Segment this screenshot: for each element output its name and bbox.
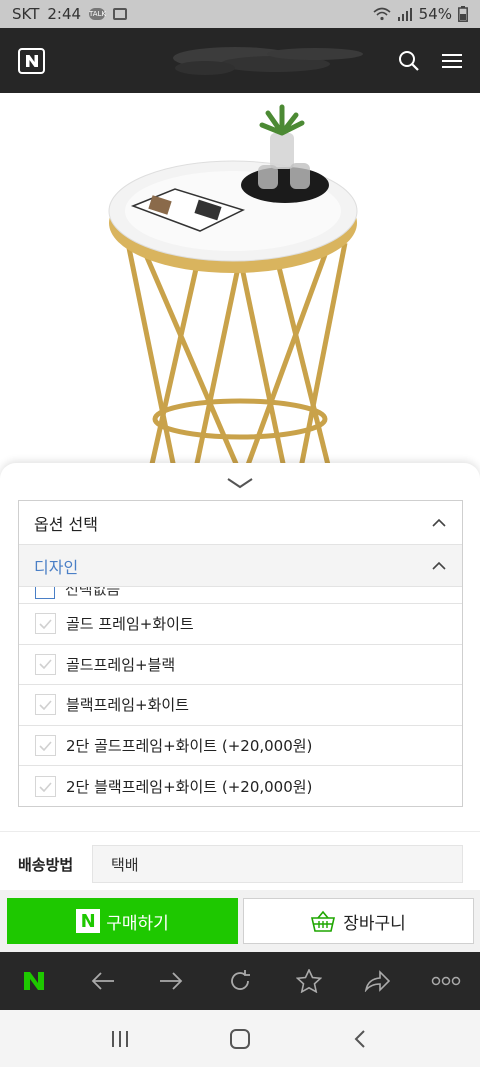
product-image[interactable] bbox=[0, 93, 480, 473]
signal-icon bbox=[397, 8, 412, 21]
checkbox-icon bbox=[35, 587, 55, 599]
cart-button[interactable]: 장바구니 bbox=[243, 898, 474, 944]
option-select-title: 옵션 선택 bbox=[34, 514, 98, 534]
star-icon bbox=[295, 969, 322, 993]
checkbox-icon bbox=[35, 776, 56, 798]
collapse-sheet-icon[interactable] bbox=[225, 475, 255, 491]
recent-apps-button[interactable] bbox=[100, 1019, 140, 1059]
refresh-icon bbox=[231, 970, 250, 990]
side-table-illustration bbox=[108, 104, 358, 473]
buy-button-label: 구매하기 bbox=[106, 913, 169, 934]
search-icon[interactable] bbox=[398, 50, 420, 72]
option-item[interactable]: 2단 골드프레임+화이트 (+20,000원) bbox=[19, 726, 462, 767]
image-notification-icon bbox=[113, 8, 128, 20]
design-dropdown-header[interactable]: 디자인 bbox=[19, 545, 462, 587]
design-label: 디자인 bbox=[34, 557, 79, 577]
cart-button-label: 장바구니 bbox=[343, 913, 406, 934]
option-item-label: 2단 골드프레임+화이트 (+20,000원) bbox=[66, 737, 313, 756]
forward-arrow-icon bbox=[160, 972, 183, 990]
more-icon bbox=[431, 976, 460, 986]
menu-icon[interactable] bbox=[442, 53, 462, 69]
battery-percent: 54% bbox=[418, 5, 452, 23]
system-navigation-bar bbox=[0, 1010, 480, 1067]
blurred-store-title bbox=[173, 47, 363, 75]
app-header bbox=[0, 28, 480, 93]
carrier-label: SKT bbox=[12, 5, 40, 23]
clock: 2:44 bbox=[47, 5, 82, 23]
checkbox-icon bbox=[35, 653, 56, 675]
system-back-button[interactable] bbox=[340, 1019, 380, 1059]
wifi-icon bbox=[373, 7, 391, 21]
share-icon bbox=[364, 970, 391, 992]
naver-n-icon bbox=[25, 54, 38, 67]
naver-n-icon bbox=[24, 972, 45, 990]
chevron-up-icon bbox=[432, 518, 446, 527]
chevron-up-icon bbox=[432, 561, 446, 570]
share-button[interactable] bbox=[357, 961, 397, 1001]
bookmark-button[interactable] bbox=[289, 961, 329, 1001]
option-bottom-sheet: 옵션 선택 디자인 선택없음 골드 프레임+화이트 골드프레임+블랙 블랙프레임… bbox=[0, 463, 480, 890]
option-item[interactable]: 골드프레임+블랙 bbox=[19, 645, 462, 686]
battery-icon bbox=[458, 6, 468, 22]
browser-navigation-bar bbox=[0, 952, 480, 1010]
shipping-method-field[interactable]: 택배 bbox=[92, 845, 463, 883]
talk-notification-icon: TALK bbox=[89, 8, 107, 20]
status-bar: SKT 2:44 TALK 54% bbox=[0, 0, 480, 28]
naver-home-button[interactable] bbox=[14, 961, 54, 1001]
basket-icon bbox=[311, 910, 336, 932]
chevron-left-icon bbox=[354, 1029, 365, 1048]
option-item[interactable]: 블랙프레임+화이트 bbox=[19, 685, 462, 726]
checkbox-icon bbox=[35, 735, 56, 757]
option-item-none[interactable]: 선택없음 bbox=[19, 587, 462, 604]
option-item-label: 골드 프레임+화이트 bbox=[66, 615, 194, 634]
option-item-label: 블랙프레임+화이트 bbox=[66, 696, 189, 715]
buy-button[interactable]: N 구매하기 bbox=[7, 898, 238, 944]
naver-pay-icon: N bbox=[76, 909, 101, 933]
recent-apps-icon bbox=[112, 1030, 128, 1047]
back-arrow-icon bbox=[91, 972, 114, 990]
option-item[interactable]: 골드 프레임+화이트 bbox=[19, 604, 462, 645]
naver-logo-button[interactable] bbox=[18, 47, 45, 74]
home-icon bbox=[230, 1028, 250, 1049]
forward-button[interactable] bbox=[151, 961, 191, 1001]
option-select: 옵션 선택 디자인 선택없음 골드 프레임+화이트 골드프레임+블랙 블랙프레임… bbox=[18, 500, 463, 807]
option-item-label: 골드프레임+블랙 bbox=[66, 655, 176, 674]
shipping-method-row: 배송방법 택배 bbox=[18, 844, 463, 884]
home-button[interactable] bbox=[220, 1019, 260, 1059]
option-item[interactable]: 2단 블랙프레임+화이트 (+20,000원) bbox=[19, 766, 462, 806]
shipping-method-label: 배송방법 bbox=[18, 855, 74, 874]
checkbox-icon bbox=[35, 613, 56, 635]
divider bbox=[0, 831, 480, 832]
refresh-button[interactable] bbox=[220, 961, 260, 1001]
option-select-header[interactable]: 옵션 선택 bbox=[19, 501, 462, 545]
option-item-label: 선택없음 bbox=[65, 587, 121, 598]
back-button[interactable] bbox=[83, 961, 123, 1001]
purchase-action-bar: N 구매하기 장바구니 bbox=[0, 890, 480, 952]
more-button[interactable] bbox=[426, 961, 466, 1001]
checkbox-icon bbox=[35, 694, 56, 716]
option-item-label: 2단 블랙프레임+화이트 (+20,000원) bbox=[66, 778, 313, 797]
